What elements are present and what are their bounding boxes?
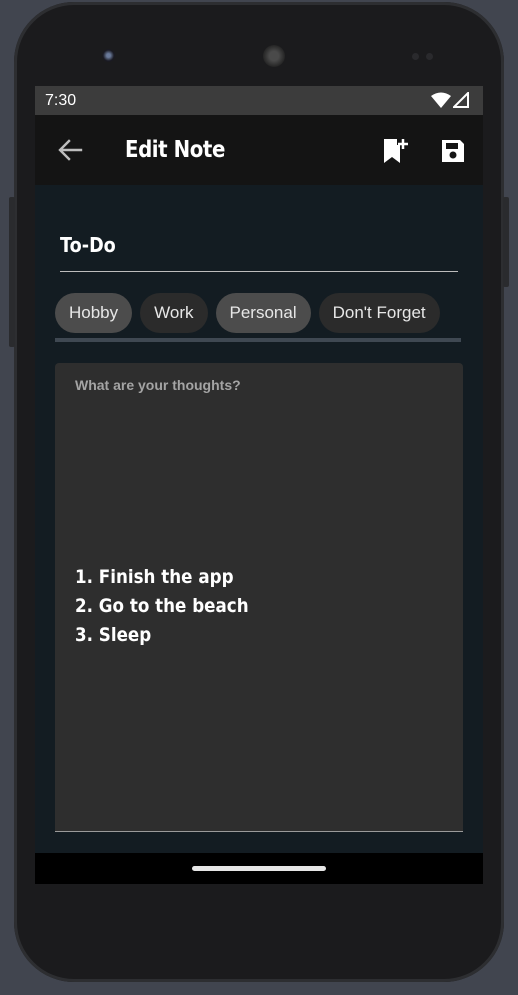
front-camera [102, 49, 115, 62]
status-bar: 7:30 [35, 86, 483, 115]
note-line: 2. Go to the beach [75, 595, 249, 617]
status-time: 7:30 [45, 92, 77, 109]
gesture-nav-bar [35, 853, 483, 884]
bookmark-add-icon[interactable] [382, 137, 408, 165]
note-body-placeholder: What are your thoughts? [75, 377, 241, 393]
tag-chip[interactable]: Personal [215, 293, 311, 333]
tag-chip[interactable]: Work [140, 293, 208, 333]
proximity-sensor [412, 53, 419, 60]
side-button-right [503, 197, 509, 287]
note-line: 3. Sleep [75, 624, 152, 646]
tag-chip[interactable]: Don't Forget [318, 293, 440, 333]
home-indicator[interactable] [192, 866, 326, 871]
light-sensor [426, 53, 433, 60]
note-body-input[interactable]: What are your thoughts? 1. Finish the ap… [55, 363, 463, 832]
save-icon[interactable] [439, 137, 467, 165]
cell-signal-icon [453, 92, 469, 108]
side-button [9, 197, 15, 347]
tag-chip-list[interactable]: Hobby Work Personal Don't Forget [55, 293, 463, 333]
phone-screen: 7:30 Edit Note To-Do Hobby Work Personal… [35, 86, 483, 884]
status-icons [431, 92, 469, 108]
app-bar: Edit Note [35, 115, 483, 185]
note-title-input[interactable]: To-Do [60, 233, 458, 272]
page-title: Edit Note [125, 137, 225, 163]
tag-scrollbar[interactable] [55, 338, 461, 342]
earpiece-speaker [263, 45, 285, 67]
wifi-icon [431, 92, 451, 108]
back-arrow-icon[interactable] [55, 137, 85, 163]
note-line: 1. Finish the app [75, 566, 234, 588]
tag-chip[interactable]: Hobby [55, 293, 133, 333]
note-title-value: To-Do [60, 233, 116, 257]
note-body-text: 1. Finish the app 2. Go to the beach 3. … [75, 563, 249, 650]
note-editor: To-Do Hobby Work Personal Don't Forget W… [35, 185, 483, 853]
